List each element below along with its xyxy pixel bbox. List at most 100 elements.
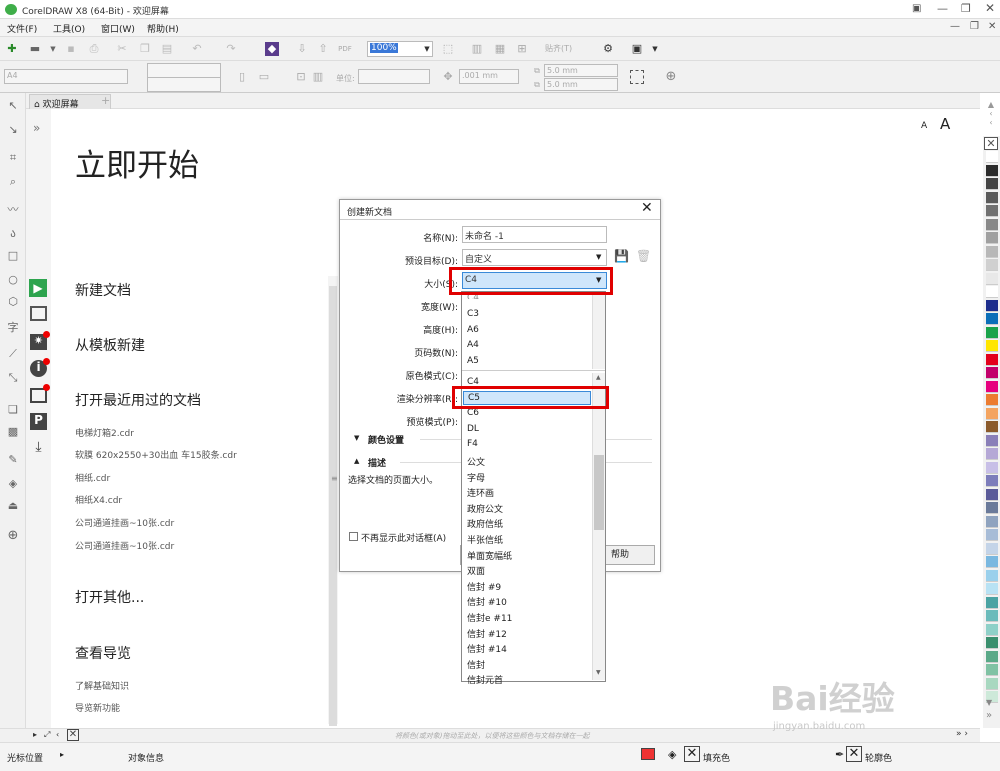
dropdown-item[interactable]: C6 xyxy=(467,408,479,418)
undo-icon[interactable]: ↶ xyxy=(190,42,204,56)
open-other-link[interactable]: 打开其他... xyxy=(75,587,144,607)
color-swatch[interactable] xyxy=(986,407,998,420)
dropdown-upper-scrollbar[interactable] xyxy=(592,293,605,369)
dropdown-item[interactable]: C3 xyxy=(467,309,479,319)
dropdown-item[interactable]: F4 xyxy=(467,439,478,449)
connector-tool-icon[interactable]: ⤡ xyxy=(6,371,20,385)
color-swatch[interactable] xyxy=(986,178,998,190)
smart-fill-icon[interactable]: ⏏ xyxy=(6,499,20,513)
dropdown-scroll-up-icon[interactable]: ▲ xyxy=(596,374,601,381)
guidelines-icon[interactable]: ⊞ xyxy=(515,42,529,56)
dropdown-item[interactable]: 字母 xyxy=(467,471,485,484)
color-settings-expand-icon[interactable]: ▼ xyxy=(354,434,359,442)
new-tab-plus-icon[interactable]: + xyxy=(101,94,110,107)
nudge-distance-input[interactable]: .001 mm xyxy=(459,69,519,84)
minimize-button[interactable]: — xyxy=(937,2,948,15)
dropdown-item[interactable]: DL xyxy=(467,424,479,434)
close-button[interactable]: ✕ xyxy=(985,1,995,15)
color-swatch[interactable] xyxy=(986,232,998,244)
dropdown-scroll-down-icon[interactable]: ▼ xyxy=(596,669,601,676)
color-swatch[interactable] xyxy=(986,677,998,690)
copy-icon[interactable]: ❐ xyxy=(138,42,152,56)
drop-shadow-icon[interactable]: ❏ xyxy=(6,403,20,417)
color-swatch[interactable] xyxy=(986,151,998,163)
restore-button[interactable]: ❐ xyxy=(961,2,971,15)
recent-file-item[interactable]: 公司通道挂画~10张.cdr xyxy=(75,539,174,552)
palette-expand-icon[interactable]: » xyxy=(986,710,992,721)
recent-file-item[interactable]: 软膜 620x2550+30出血 车15胶条.cdr xyxy=(75,448,237,461)
color-swatch[interactable] xyxy=(986,218,998,231)
tour-link[interactable]: 了解基础知识 xyxy=(75,679,129,692)
recent-file-item[interactable]: 公司通道挂画~10张.cdr xyxy=(75,516,174,529)
dropdown-item[interactable]: 连环画 xyxy=(467,486,494,499)
tour-link[interactable]: 导览新功能 xyxy=(75,701,120,714)
color-swatch[interactable] xyxy=(986,610,998,622)
color-swatch[interactable] xyxy=(986,637,998,649)
freehand-tool-icon[interactable]: 〰 xyxy=(6,203,20,217)
outline-none-icon[interactable]: ✕ xyxy=(846,746,862,762)
dropdown-item[interactable]: 半张信纸 xyxy=(467,533,503,546)
color-swatch[interactable] xyxy=(986,529,998,541)
dropdown-item[interactable]: 信封 #10 xyxy=(467,595,507,608)
add-toolbar-plus-icon[interactable]: ⊕ xyxy=(664,70,678,84)
color-swatch[interactable] xyxy=(986,394,998,406)
paste-icon[interactable]: ▤ xyxy=(160,42,174,56)
ellipse-tool-icon[interactable]: ○ xyxy=(6,273,20,287)
color-swatch[interactable] xyxy=(986,326,998,339)
dialog-grip-icon[interactable]: ≡ xyxy=(331,474,338,483)
font-size-small-button[interactable]: A xyxy=(921,121,927,131)
color-swatch[interactable] xyxy=(986,502,998,514)
dropdown-item[interactable]: 单面宽幅纸 xyxy=(467,549,512,562)
color-swatch[interactable] xyxy=(986,164,998,177)
doc-minimize-button[interactable]: — xyxy=(950,21,960,32)
landscape-icon[interactable]: ▭ xyxy=(257,70,271,84)
dialog-close-button[interactable]: ✕ xyxy=(641,200,653,216)
name-input[interactable]: 未命名 -1 xyxy=(462,226,607,243)
color-swatch[interactable] xyxy=(986,515,998,528)
full-screen-icon[interactable]: ⬚ xyxy=(441,42,455,56)
color-swatch[interactable] xyxy=(986,259,998,271)
color-swatch[interactable] xyxy=(986,569,998,582)
color-swatch[interactable] xyxy=(986,664,998,676)
palette-scroll-down-icon[interactable]: ▼ xyxy=(986,698,992,707)
new-from-template-link[interactable]: 从模板新建 xyxy=(75,335,145,355)
doc-palette-eyedropper-icon[interactable]: ⤢ xyxy=(44,730,50,740)
launcher-dropdown-icon[interactable]: ▼ xyxy=(648,42,662,56)
dropdown-item[interactable]: 双面 xyxy=(467,564,485,577)
dropdown-item[interactable]: 信封e #11 xyxy=(467,611,512,624)
color-swatch[interactable] xyxy=(986,448,998,460)
color-swatch[interactable] xyxy=(986,313,998,325)
tab-welcome-screen[interactable]: ⌂ 欢迎屏幕 xyxy=(29,94,111,110)
font-size-large-button[interactable]: A xyxy=(940,115,950,133)
zoom-tool-icon[interactable]: ⌕ xyxy=(6,175,20,189)
export-icon[interactable]: ⇧ xyxy=(316,42,330,56)
dropdown-item[interactable]: 信封元首 xyxy=(467,673,503,686)
cursor-dropdown-icon[interactable]: ▸ xyxy=(60,750,64,759)
portrait-icon[interactable]: ▯ xyxy=(235,70,249,84)
color-swatch[interactable] xyxy=(986,272,998,285)
dont-show-checkbox[interactable] xyxy=(349,532,358,541)
artistic-media-icon[interactable]: ა xyxy=(6,227,20,241)
menu-help[interactable]: 帮助(H) xyxy=(147,22,179,35)
import-icon[interactable]: ⇩ xyxy=(295,42,309,56)
color-swatch[interactable] xyxy=(986,299,998,312)
fill-none-icon[interactable]: ✕ xyxy=(684,746,700,762)
color-swatch[interactable] xyxy=(986,475,998,487)
collapse-chevron-icon[interactable]: » xyxy=(33,121,40,135)
description-header[interactable]: 描述 xyxy=(368,456,386,469)
docker-scroll-arrows[interactable]: ▲ ‹ ‹ xyxy=(984,100,998,135)
page-width-input[interactable] xyxy=(147,63,221,78)
publish-pdf-icon[interactable]: PDF xyxy=(338,42,352,56)
dropdown-item[interactable]: A6 xyxy=(467,325,479,335)
polygon-tool-icon[interactable]: ⬡ xyxy=(6,295,20,309)
dropdown-item[interactable]: 信封 #12 xyxy=(467,627,507,640)
open-dropdown-icon[interactable]: ▼ xyxy=(46,42,60,56)
treat-as-filled-icon[interactable] xyxy=(630,70,644,84)
recent-file-item[interactable]: 电梯灯箱2.cdr xyxy=(75,426,134,439)
color-swatch[interactable] xyxy=(986,650,998,663)
open-icon[interactable]: ▬ xyxy=(28,42,42,56)
menu-tools[interactable]: 工具(O) xyxy=(53,22,85,35)
duplicate-y-input[interactable]: 5.0 mm xyxy=(544,78,618,91)
color-swatch[interactable] xyxy=(986,205,998,217)
get-started-icon[interactable]: ▶ xyxy=(29,279,47,297)
